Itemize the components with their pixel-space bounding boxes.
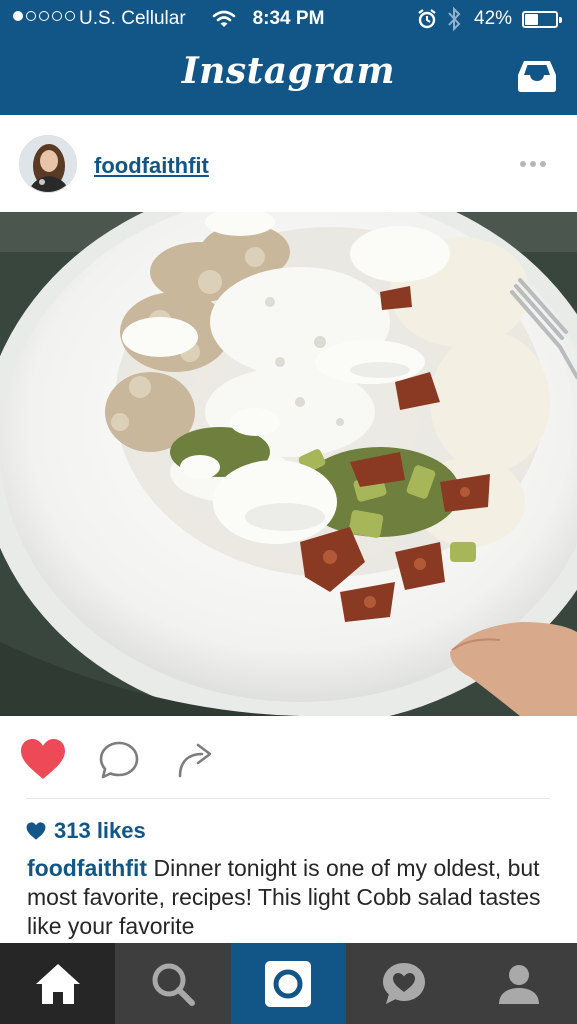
post-header: foodfaithfit	[0, 115, 577, 212]
activity-heart-icon	[382, 962, 425, 1004]
status-bar: U.S. Cellular 8:34 PM 42%	[0, 0, 577, 38]
app-logo: Instagram	[181, 50, 396, 92]
tab-explore[interactable]	[115, 943, 230, 1024]
search-icon	[152, 963, 196, 1006]
likes-count[interactable]: 313 likes	[26, 818, 146, 844]
small-heart-icon	[26, 822, 46, 840]
heart-icon[interactable]	[20, 738, 66, 780]
avatar[interactable]	[19, 135, 77, 193]
more-dots-icon[interactable]	[520, 155, 550, 173]
post-actions	[0, 716, 577, 800]
battery-icon	[522, 11, 562, 28]
profile-icon	[499, 964, 540, 1004]
camera-icon	[265, 960, 312, 1007]
inbox-tray-icon[interactable]	[516, 58, 558, 94]
tab-home[interactable]	[0, 943, 116, 1024]
bluetooth-icon	[448, 6, 461, 32]
likes-label: 313 likes	[54, 818, 146, 843]
battery-percent: 42%	[474, 8, 513, 29]
share-arrow-icon[interactable]	[176, 738, 216, 778]
post-username[interactable]: foodfaithfit	[94, 153, 209, 179]
tab-bar	[0, 943, 577, 1024]
caption-username[interactable]: foodfaithfit	[27, 855, 147, 881]
alarm-icon	[418, 9, 436, 29]
post-photo[interactable]	[0, 212, 577, 716]
tab-activity[interactable]	[346, 943, 461, 1024]
tab-camera[interactable]	[230, 943, 347, 1024]
caption: foodfaithfit Dinner tonight is one of my…	[27, 854, 557, 941]
divider	[26, 798, 550, 799]
top-bar: U.S. Cellular 8:34 PM 42% Instagram	[0, 0, 577, 115]
comment-bubble-icon[interactable]	[98, 740, 140, 780]
tab-profile[interactable]	[462, 943, 577, 1024]
home-icon	[35, 963, 80, 1004]
